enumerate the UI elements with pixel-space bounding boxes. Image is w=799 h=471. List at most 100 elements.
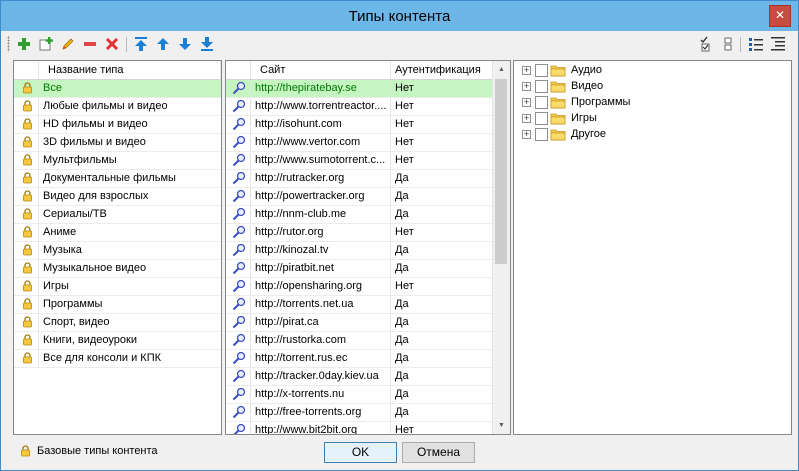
site-row[interactable]: http://www.vertor.com Нет <box>226 134 493 152</box>
search-icon <box>226 98 251 115</box>
category-item[interactable]: + Другое <box>522 126 606 142</box>
auth-column-header[interactable]: Аутентификация <box>391 61 493 79</box>
move-down-icon[interactable] <box>176 35 194 53</box>
type-row[interactable]: Книги, видеоуроки <box>14 332 221 350</box>
check-all-icon[interactable] <box>697 35 715 53</box>
sites-list[interactable]: Сайт Аутентификация http://thepiratebay.… <box>225 60 511 435</box>
add-icon[interactable] <box>15 35 33 53</box>
sites-scrollbar[interactable]: ▲ ▼ <box>492 61 510 434</box>
site-row[interactable]: http://x-torrents.nu Да <box>226 386 493 404</box>
category-item[interactable]: + Игры <box>522 110 597 126</box>
type-row[interactable]: Программы <box>14 296 221 314</box>
cancel-button[interactable]: Отмена <box>402 442 475 463</box>
scroll-thumb[interactable] <box>495 79 507 264</box>
content-types-list[interactable]: Название типа Все Любые фильмы и видео HD … <box>13 60 222 435</box>
toolbar-grip[interactable] <box>7 36 10 52</box>
category-item[interactable]: + Программы <box>522 94 630 110</box>
type-row[interactable]: Игры <box>14 278 221 296</box>
type-row[interactable]: Мультфильмы <box>14 152 221 170</box>
folder-icon <box>550 80 566 93</box>
type-row[interactable]: 3D фильмы и видео <box>14 134 221 152</box>
window-title: Типы контента <box>348 8 451 25</box>
delete-icon[interactable] <box>103 35 121 53</box>
scroll-up-button[interactable]: ▲ <box>493 61 510 78</box>
site-row[interactable]: http://thepiratebay.se Нет <box>226 80 493 98</box>
site-auth: Нет <box>395 154 414 166</box>
expand-icon[interactable]: + <box>522 113 531 123</box>
site-auth: Да <box>395 388 409 400</box>
remove-icon[interactable] <box>81 35 99 53</box>
type-name: Документальные фильмы <box>43 172 176 184</box>
type-row[interactable]: Аниме <box>14 224 221 242</box>
category-label: Программы <box>571 96 631 108</box>
toolbar <box>7 32 792 57</box>
site-row[interactable]: http://nnm-club.me Да <box>226 206 493 224</box>
type-name: Все <box>43 82 62 94</box>
sites-rows: http://thepiratebay.se Нет http://www.torr… <box>226 80 493 434</box>
lock-icon <box>14 260 39 277</box>
lock-icon <box>14 170 39 187</box>
type-name-column-header[interactable]: Название типа <box>39 61 221 79</box>
expand-icon[interactable]: + <box>522 129 531 139</box>
category-checkbox[interactable] <box>535 79 548 93</box>
expand-icon[interactable]: + <box>522 97 531 107</box>
icon-column-header[interactable] <box>14 61 39 79</box>
site-row[interactable]: http://www.torrentreactor.... Нет <box>226 98 493 116</box>
site-row[interactable]: http://www.sumotorrent.c... Нет <box>226 152 493 170</box>
type-row[interactable]: Документальные фильмы <box>14 170 221 188</box>
type-row[interactable]: Все <box>14 80 221 98</box>
close-button[interactable]: ✕ <box>769 5 791 27</box>
site-auth: Да <box>395 244 409 256</box>
scroll-down-button[interactable]: ▼ <box>493 417 510 434</box>
expand-icon[interactable]: + <box>522 65 531 75</box>
categories-tree[interactable]: + Аудио + Видео + Программы + Игры + Другое <box>513 60 792 435</box>
type-row[interactable]: Все для консоли и КПК <box>14 350 221 368</box>
lock-icon <box>14 188 39 205</box>
site-row[interactable]: http://opensharing.org Нет <box>226 278 493 296</box>
type-row[interactable]: HD фильмы и видео <box>14 116 221 134</box>
uncheck-all-icon[interactable] <box>719 35 737 53</box>
category-checkbox[interactable] <box>535 63 548 77</box>
type-row[interactable]: Спорт, видео <box>14 314 221 332</box>
site-row[interactable]: http://isohunt.com Нет <box>226 116 493 134</box>
site-row[interactable]: http://powertracker.org Да <box>226 188 493 206</box>
type-row[interactable]: Любые фильмы и видео <box>14 98 221 116</box>
category-item[interactable]: + Видео <box>522 78 603 94</box>
site-column-header[interactable]: Сайт <box>251 61 391 79</box>
category-checkbox[interactable] <box>535 111 548 125</box>
site-row[interactable]: http://rutor.org Нет <box>226 224 493 242</box>
site-row[interactable]: http://kinozal.tv Да <box>226 242 493 260</box>
edit-icon[interactable] <box>59 35 77 53</box>
site-row[interactable]: http://piratbit.net Да <box>226 260 493 278</box>
site-row[interactable]: http://tracker.0day.kiev.ua Да <box>226 368 493 386</box>
move-bottom-icon[interactable] <box>198 35 216 53</box>
type-row[interactable]: Сериалы/ТВ <box>14 206 221 224</box>
search-icon <box>226 422 251 434</box>
type-row[interactable]: Видео для взрослых <box>14 188 221 206</box>
lock-icon <box>14 152 39 169</box>
list-view-icon[interactable] <box>747 35 765 53</box>
category-checkbox[interactable] <box>535 95 548 109</box>
site-row[interactable]: http://www.bit2bit.org Нет <box>226 422 493 434</box>
site-row[interactable]: http://pirat.ca Да <box>226 314 493 332</box>
folder-icon <box>550 64 566 77</box>
move-top-icon[interactable] <box>132 35 150 53</box>
site-row[interactable]: http://torrent.rus.ec Да <box>226 350 493 368</box>
tree-view-icon[interactable] <box>769 35 787 53</box>
type-name: Аниме <box>43 226 77 238</box>
site-auth: Нет <box>395 100 414 112</box>
type-row[interactable]: Музыкальное видео <box>14 260 221 278</box>
site-row[interactable]: http://free-torrents.org Да <box>226 404 493 422</box>
add-child-icon[interactable] <box>37 35 55 53</box>
site-row[interactable]: http://rutracker.org Да <box>226 170 493 188</box>
site-row[interactable]: http://rustorka.com Да <box>226 332 493 350</box>
expand-icon[interactable]: + <box>522 81 531 91</box>
category-item[interactable]: + Аудио <box>522 62 602 78</box>
ok-button[interactable]: OK <box>324 442 397 463</box>
category-checkbox[interactable] <box>535 127 548 141</box>
icon-column-header[interactable] <box>226 61 251 79</box>
move-up-icon[interactable] <box>154 35 172 53</box>
site-row[interactable]: http://torrents.net.ua Да <box>226 296 493 314</box>
type-row[interactable]: Музыка <box>14 242 221 260</box>
site-auth: Да <box>395 406 409 418</box>
